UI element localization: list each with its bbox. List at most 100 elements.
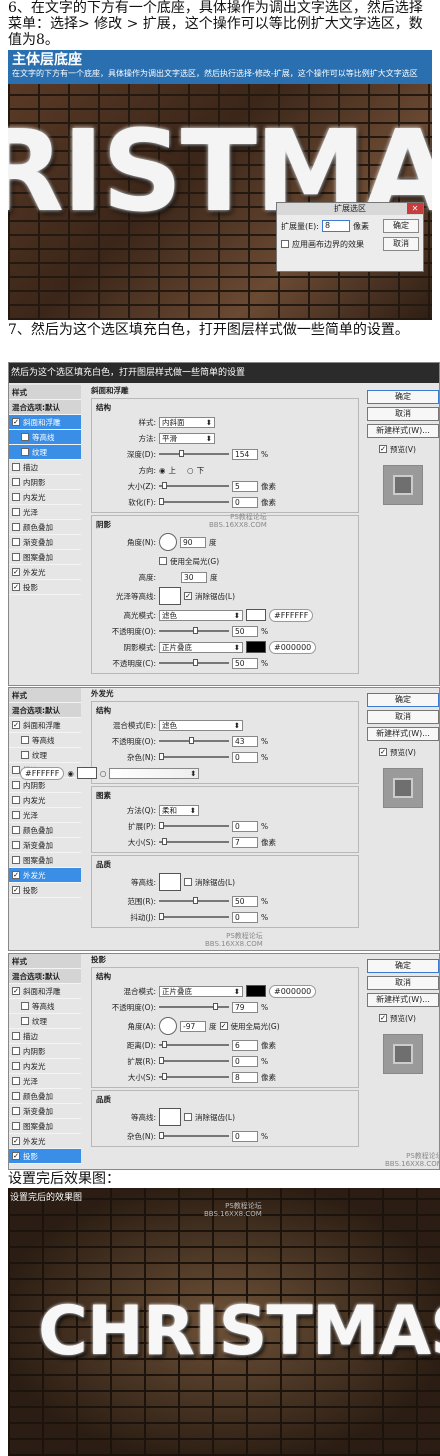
slider-handle[interactable] bbox=[189, 737, 194, 744]
size-slider[interactable] bbox=[159, 482, 229, 489]
anti-alias-checkbox[interactable] bbox=[184, 1113, 192, 1121]
style-item[interactable]: 等高线 bbox=[9, 999, 81, 1014]
contour-swatch-icon[interactable] bbox=[159, 873, 181, 891]
slider-handle[interactable] bbox=[159, 498, 164, 505]
style-checkbox[interactable]: ✓ bbox=[12, 886, 20, 894]
style-checkbox[interactable] bbox=[12, 796, 20, 804]
style-item[interactable]: 内发光 bbox=[9, 1059, 81, 1074]
slider-handle[interactable] bbox=[193, 897, 198, 904]
style-checkbox[interactable] bbox=[12, 553, 20, 561]
glow-color-swatch[interactable] bbox=[76, 767, 97, 779]
distance-input[interactable]: 6 bbox=[232, 1039, 258, 1051]
preview-checkbox[interactable]: ✓ bbox=[379, 1014, 387, 1022]
style-item[interactable]: 光泽 bbox=[9, 1074, 81, 1089]
style-item[interactable]: 纹理 bbox=[9, 748, 81, 763]
style-item[interactable]: 样式 bbox=[9, 688, 81, 703]
size-slider[interactable] bbox=[159, 1073, 229, 1080]
contour-swatch-icon[interactable] bbox=[159, 1108, 181, 1126]
style-checkbox[interactable] bbox=[21, 1002, 29, 1010]
size-input[interactable]: 8 bbox=[232, 1071, 258, 1083]
style-checkbox[interactable] bbox=[12, 463, 20, 471]
style-checkbox[interactable]: ✓ bbox=[12, 1152, 20, 1160]
cancel-button[interactable]: 取消 bbox=[367, 976, 439, 990]
style-checkbox[interactable]: ✓ bbox=[12, 987, 20, 995]
style-checkbox[interactable]: ✓ bbox=[12, 418, 20, 426]
style-checkbox[interactable] bbox=[12, 1122, 20, 1130]
shadow-opacity-input[interactable]: 50 bbox=[232, 657, 258, 669]
slider-handle[interactable] bbox=[162, 482, 167, 489]
style-checkbox[interactable] bbox=[12, 1032, 20, 1040]
shadow-mode-select[interactable]: 正片叠底 ⬍ bbox=[159, 641, 243, 653]
style-item[interactable]: ✓ 外发光 bbox=[9, 565, 81, 580]
close-icon[interactable]: ✕ bbox=[407, 203, 423, 214]
style-checkbox[interactable] bbox=[12, 1077, 20, 1085]
ok-button[interactable]: 确定 bbox=[383, 219, 419, 233]
style-checkbox[interactable] bbox=[21, 1017, 29, 1025]
soften-input[interactable]: 0 bbox=[232, 496, 258, 508]
style-item[interactable]: 纹理 bbox=[9, 1014, 81, 1029]
altitude-input[interactable]: 30 bbox=[181, 571, 207, 583]
style-checkbox[interactable] bbox=[21, 751, 29, 759]
style-item[interactable]: 光泽 bbox=[9, 808, 81, 823]
shadow-opacity-slider[interactable] bbox=[159, 659, 229, 666]
style-checkbox[interactable] bbox=[12, 841, 20, 849]
ok-button[interactable]: 确定 bbox=[367, 390, 439, 404]
ok-button[interactable]: 确定 bbox=[367, 959, 439, 973]
style-checkbox[interactable] bbox=[12, 1107, 20, 1115]
noise-slider[interactable] bbox=[159, 753, 229, 760]
style-item[interactable]: 内阴影 bbox=[9, 1044, 81, 1059]
style-item[interactable]: ✓ 外发光 bbox=[9, 868, 81, 883]
slider-handle[interactable] bbox=[159, 753, 164, 760]
style-item[interactable]: 内阴影 bbox=[9, 475, 81, 490]
gloss-contour-swatch-icon[interactable] bbox=[159, 587, 181, 605]
radio-down-icon[interactable]: ○ bbox=[187, 466, 194, 475]
style-item[interactable]: ✓ 外发光 bbox=[9, 1134, 81, 1149]
style-checkbox[interactable] bbox=[12, 523, 20, 531]
shadow-color-swatch[interactable] bbox=[246, 985, 266, 997]
method-select[interactable]: 平滑 ⬍ bbox=[159, 432, 215, 444]
style-item[interactable]: 颜色叠加 bbox=[9, 823, 81, 838]
angle-input[interactable]: -97 bbox=[180, 1020, 206, 1032]
new-style-button[interactable]: 新建样式(W)... bbox=[367, 993, 439, 1007]
style-checkbox[interactable]: ✓ bbox=[12, 721, 20, 729]
soften-slider[interactable] bbox=[159, 498, 229, 505]
opacity-input[interactable]: 79 bbox=[232, 1001, 258, 1013]
preview-checkbox[interactable]: ✓ bbox=[379, 748, 387, 756]
spread-input[interactable]: 0 bbox=[232, 1055, 258, 1067]
style-item[interactable]: 混合选项:默认 bbox=[9, 969, 81, 984]
style-checkbox[interactable] bbox=[12, 826, 20, 834]
canvas-bounds-checkbox[interactable] bbox=[281, 240, 289, 248]
highlight-color-swatch[interactable] bbox=[246, 609, 266, 621]
style-select[interactable]: 内斜面 ⬍ bbox=[159, 416, 215, 428]
slider-handle[interactable] bbox=[162, 838, 167, 845]
slider-handle[interactable] bbox=[162, 1041, 167, 1048]
style-item[interactable]: 图案叠加 bbox=[9, 550, 81, 565]
style-item[interactable]: ✓ 斜面和浮雕 bbox=[9, 984, 81, 999]
style-item[interactable]: 图案叠加 bbox=[9, 1119, 81, 1134]
style-checkbox[interactable] bbox=[12, 1047, 20, 1055]
style-item[interactable]: 混合选项:默认 bbox=[9, 400, 81, 415]
style-item[interactable]: 渐变叠加 bbox=[9, 838, 81, 853]
style-item[interactable]: 纹理 bbox=[9, 445, 81, 460]
blend-mode-select[interactable]: 滤色 ⬍ bbox=[159, 719, 243, 731]
size-slider[interactable] bbox=[159, 838, 229, 845]
style-item[interactable]: 光泽 bbox=[9, 505, 81, 520]
slider-handle[interactable] bbox=[179, 450, 184, 457]
opacity-slider[interactable] bbox=[159, 737, 229, 744]
style-checkbox[interactable] bbox=[12, 811, 20, 819]
style-checkbox[interactable]: ✓ bbox=[12, 583, 20, 591]
opacity-input[interactable]: 43 bbox=[232, 735, 258, 747]
style-checkbox[interactable] bbox=[12, 493, 20, 501]
style-item[interactable]: ✓ 投影 bbox=[9, 883, 81, 898]
style-checkbox[interactable] bbox=[12, 538, 20, 546]
angle-input[interactable]: 90 bbox=[180, 536, 206, 548]
anti-alias-checkbox[interactable] bbox=[184, 878, 192, 886]
global-light-checkbox[interactable]: ✓ bbox=[219, 1022, 228, 1030]
depth-input[interactable]: 154 bbox=[232, 448, 258, 460]
style-item[interactable]: 颜色叠加 bbox=[9, 520, 81, 535]
slider-handle[interactable] bbox=[193, 659, 198, 666]
style-checkbox[interactable] bbox=[12, 766, 20, 774]
spread-input[interactable]: 0 bbox=[232, 820, 258, 832]
size-input[interactable]: 7 bbox=[232, 836, 258, 848]
style-item[interactable]: ✓ 投影 bbox=[9, 1149, 81, 1164]
